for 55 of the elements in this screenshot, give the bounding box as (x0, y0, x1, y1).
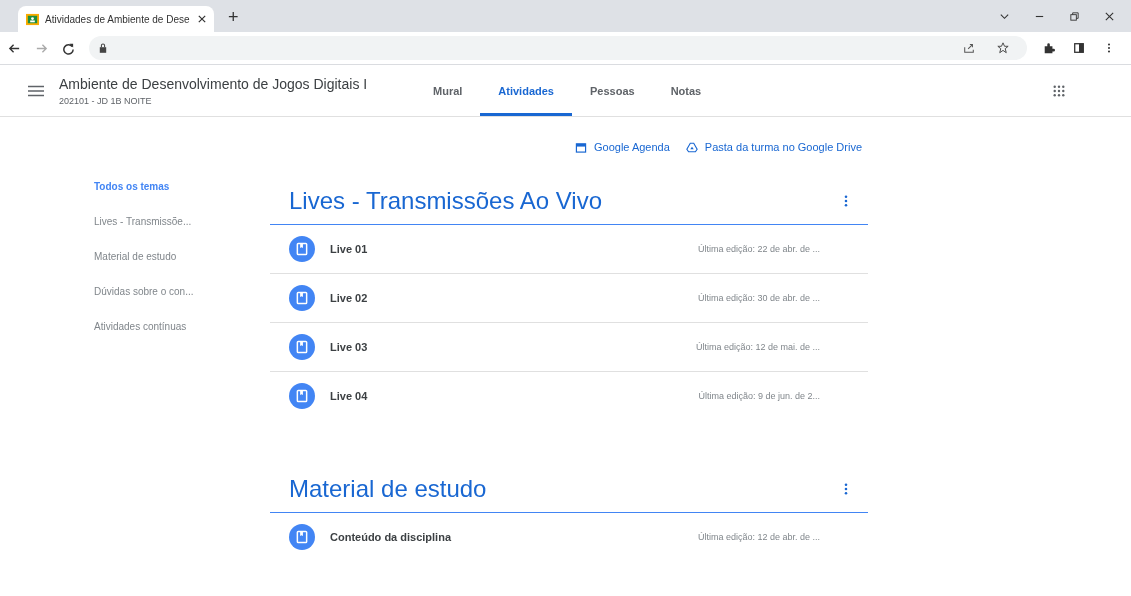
reload-icon[interactable] (62, 41, 75, 55)
classroom-icon (26, 12, 39, 26)
material-title: Live 02 (330, 292, 368, 304)
side-panel-icon[interactable] (1073, 42, 1085, 54)
link[interactable]: Pasta da turma no Google Drive (685, 141, 862, 153)
material-title: Live 04 (330, 390, 368, 402)
material-row[interactable]: Live 01 Última edição: 22 de abr. de ... (270, 225, 868, 274)
more-icon[interactable] (844, 195, 848, 207)
more-icon[interactable] (844, 483, 848, 495)
edit-date: Última edição: 30 de abr. de ... (697, 293, 820, 303)
nav-tab[interactable]: Mural (415, 65, 481, 116)
restore-icon[interactable] (1069, 11, 1080, 22)
material-title: Conteúdo da disciplina (330, 531, 451, 543)
topic-link[interactable]: Dúvidas sobre o con... (94, 285, 194, 298)
topic-link[interactable]: Todos os temas (94, 180, 170, 193)
topic-link[interactable]: Material de estudo (94, 250, 177, 263)
calendar-icon (575, 141, 587, 153)
edit-date: Última edição: 12 de abr. de ... (697, 532, 820, 542)
material-icon (289, 334, 315, 360)
browser-tab[interactable]: Atividades de Ambiente de Dese (18, 6, 214, 32)
section-title: Lives - Transmissões Ao Vivo (289, 187, 603, 215)
material-icon (289, 524, 315, 550)
link[interactable]: Google Agenda (575, 141, 670, 153)
share-icon[interactable] (963, 42, 975, 54)
close-icon[interactable] (1104, 11, 1115, 22)
menu-icon[interactable] (28, 84, 44, 97)
tab-title: Atividades de Ambiente de Dese (45, 13, 191, 25)
edit-date: Última edição: 22 de abr. de ... (697, 244, 820, 254)
new-tab-button[interactable]: + (228, 7, 239, 28)
star-icon[interactable] (997, 42, 1009, 54)
material-icon (289, 285, 315, 311)
material-row[interactable]: Live 02 Última edição: 30 de abr. de ... (270, 274, 868, 323)
chevron-down-icon[interactable] (999, 11, 1010, 22)
nav-tab[interactable]: Notas (652, 65, 720, 116)
nav-tab[interactable]: Pessoas (572, 65, 653, 116)
drive-icon (685, 141, 698, 153)
puzzle-icon[interactable] (1043, 42, 1055, 54)
section-title: Material de estudo (289, 475, 487, 503)
material-title: Live 03 (330, 341, 368, 353)
material-row[interactable]: Live 03 Última edição: 12 de mai. de ... (270, 323, 868, 372)
material-title: Live 01 (330, 243, 368, 255)
topic-link[interactable]: Atividades contínuas (94, 320, 187, 333)
nav-tab[interactable]: Atividades (480, 65, 572, 116)
edit-date: Última edição: 9 de jun. de 2... (698, 391, 820, 401)
course-subtitle: 202101 - JD 1B NOITE (59, 95, 153, 106)
material-row[interactable]: Conteúdo da disciplina Última edição: 12 de abr. de ... (270, 513, 868, 561)
edit-date: Última edição: 12 de mai. de ... (695, 342, 820, 352)
material-icon (289, 236, 315, 262)
apps-icon[interactable] (1053, 84, 1065, 97)
material-row[interactable]: Live 04 Última edição: 9 de jun. de 2... (270, 372, 868, 420)
close-icon[interactable] (198, 15, 206, 23)
material-icon (289, 383, 315, 409)
lock-icon (99, 43, 107, 53)
course-title[interactable]: Ambiente de Desenvolvimento de Jogos Digitais I (59, 75, 409, 92)
topic-link[interactable]: Lives - Transmissõe... (94, 215, 192, 228)
